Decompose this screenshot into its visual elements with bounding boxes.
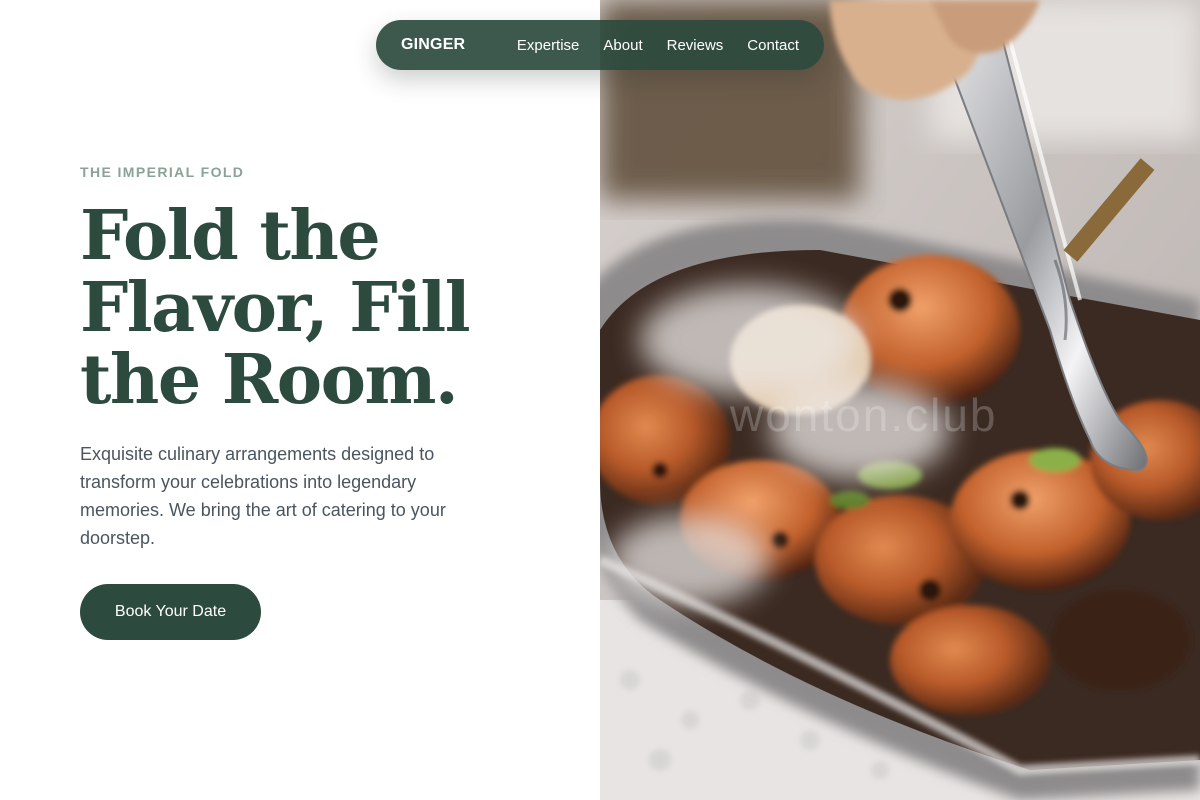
headline-line: Fold the [80, 196, 381, 276]
nav-link-contact[interactable]: Contact [747, 37, 799, 54]
hero-description: Exquisite culinary arrangements designed… [80, 444, 446, 548]
book-date-button[interactable]: Book Your Date [80, 584, 261, 640]
nav-link-about[interactable]: About [603, 37, 642, 54]
grilled-food-photo [600, 0, 1200, 800]
nav-links: Expertise About Reviews Contact [517, 37, 799, 54]
hero-section: THE IMPERIAL FOLD Fold the Flavor, Fill … [0, 0, 600, 800]
brand-logo[interactable]: GINGER [401, 36, 465, 54]
nav-link-reviews[interactable]: Reviews [667, 37, 724, 54]
headline-line: the Room. [80, 340, 459, 420]
hero-eyebrow: THE IMPERIAL FOLD [80, 164, 245, 180]
top-navigation: GINGER Expertise About Reviews Contact [376, 20, 824, 70]
nav-link-expertise[interactable]: Expertise [517, 37, 580, 54]
headline-line: Flavor, Fill [80, 268, 471, 348]
hero-headline: Fold the Flavor, Fill the Room. [80, 200, 500, 416]
hero-image: wonton.club [600, 0, 1200, 800]
